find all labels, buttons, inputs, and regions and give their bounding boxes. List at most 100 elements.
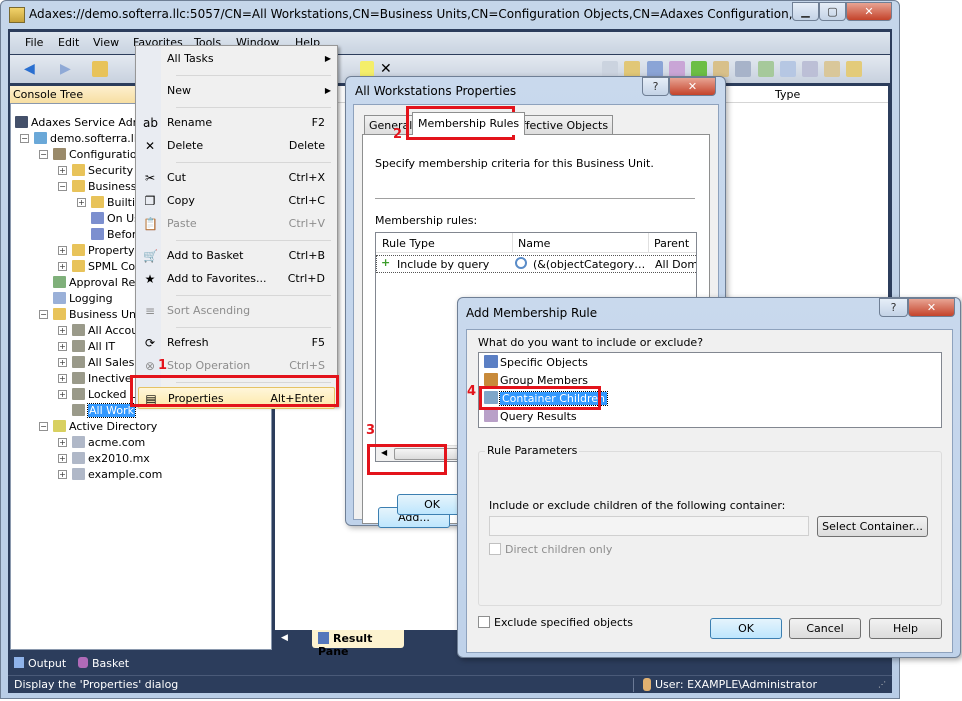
tree-expander[interactable]: − xyxy=(39,150,48,159)
tree-expander[interactable]: − xyxy=(39,310,48,319)
context-menu-item-all-tasks[interactable]: All Tasks ▶ xyxy=(138,48,335,70)
tree-node[interactable]: Configuration xyxy=(53,147,144,162)
new-spml-icon[interactable] xyxy=(691,61,707,77)
tree-expander[interactable]: + xyxy=(58,374,67,383)
basket-tab[interactable]: Basket xyxy=(78,657,129,670)
add-dialog-body: What do you want to include or exclude? … xyxy=(466,329,953,653)
new-group-icon[interactable] xyxy=(802,61,818,77)
new-contact-icon[interactable] xyxy=(758,61,774,77)
tab-effective-objects[interactable]: Effective Objects xyxy=(510,115,614,135)
context-menu-item-copy[interactable]: ❐ Copy Ctrl+C xyxy=(138,190,335,212)
tree-node[interactable]: On Us xyxy=(91,211,140,226)
tree-expander[interactable]: − xyxy=(20,134,29,143)
tree-node[interactable]: SPML Con xyxy=(72,259,142,274)
column-rule-type[interactable]: Rule Type xyxy=(382,237,435,250)
context-menu-item-refresh[interactable]: ⟳ Refresh F5 xyxy=(138,332,335,354)
close-button[interactable]: ✕ xyxy=(846,2,892,21)
new-business-unit-icon[interactable] xyxy=(713,61,729,77)
output-tab[interactable]: Output xyxy=(14,657,66,670)
new-folder-icon[interactable] xyxy=(846,61,862,77)
tree-node[interactable]: Property xyxy=(72,243,135,258)
tree-node[interactable]: Business xyxy=(72,179,137,194)
tree-expander[interactable]: + xyxy=(58,438,67,447)
up-folder-icon[interactable] xyxy=(92,61,108,77)
tree-expander[interactable]: + xyxy=(58,166,67,175)
result-pane-tab[interactable]: Result Pane xyxy=(312,630,404,658)
exclude-checkbox[interactable]: Exclude specified objects xyxy=(478,616,633,629)
tree-node[interactable]: ex2010.mx xyxy=(72,451,150,466)
context-menu-item-delete[interactable]: ✕ Delete Delete xyxy=(138,135,335,157)
column-type[interactable]: Type xyxy=(775,88,800,101)
tab-membership-rules[interactable]: Membership Rules xyxy=(412,112,526,135)
tree-node[interactable]: Security xyxy=(72,163,133,178)
tree-expander[interactable]: + xyxy=(58,454,67,463)
new-user-icon[interactable] xyxy=(624,61,640,77)
column-parent[interactable]: Parent xyxy=(654,237,689,250)
tree-node-label: Active Directory xyxy=(69,420,158,433)
rule-type-option[interactable]: Query Results xyxy=(484,408,577,425)
tree-node[interactable]: All IT xyxy=(72,339,115,354)
column-name[interactable]: Name xyxy=(518,237,550,250)
tree-node[interactable]: demo.softerra.llc xyxy=(34,131,143,146)
tree-expander[interactable]: + xyxy=(58,358,67,367)
tree-node[interactable]: All Sales xyxy=(72,355,134,370)
exclude-box[interactable] xyxy=(478,616,490,628)
scroll-left-icon[interactable]: ◀ xyxy=(281,633,288,643)
rule-row[interactable]: + Include by query (&(objectCategory… Al… xyxy=(376,255,696,273)
direct-children-box[interactable] xyxy=(489,543,501,555)
minimize-button[interactable]: ▁ xyxy=(792,2,819,21)
menu-file[interactable]: File xyxy=(25,36,43,49)
tree-node[interactable]: Locked U xyxy=(72,387,138,402)
add-dialog-ok-button[interactable]: OK xyxy=(710,618,782,639)
context-menu-item-rename[interactable]: ab Rename F2 xyxy=(138,112,335,134)
forward-icon[interactable]: ▶ xyxy=(60,61,76,77)
menu-view[interactable]: View xyxy=(93,36,119,49)
tree-expander[interactable]: + xyxy=(58,390,67,399)
container-input[interactable] xyxy=(489,516,809,536)
delete-toolbar-icon[interactable]: ✕ xyxy=(380,61,396,77)
maximize-button[interactable]: ▢ xyxy=(819,2,846,21)
tree-expander[interactable]: + xyxy=(58,342,67,351)
tree-node[interactable]: Active Directory xyxy=(53,419,157,434)
tree-node[interactable]: Approval Req xyxy=(53,275,142,290)
tree-node[interactable]: example.com xyxy=(72,467,162,482)
tree-expander[interactable]: + xyxy=(58,470,67,479)
tree-expander[interactable]: + xyxy=(58,246,67,255)
context-menu-item-add-to-basket[interactable]: 🛒 Add to Basket Ctrl+B xyxy=(138,245,335,267)
tree-node[interactable]: All Work xyxy=(72,403,136,418)
context-menu-item-cut[interactable]: ✂ Cut Ctrl+X xyxy=(138,167,335,189)
menu-edit[interactable]: Edit xyxy=(58,36,79,49)
tree-node[interactable]: acme.com xyxy=(72,435,145,450)
add-dialog-cancel-button[interactable]: Cancel xyxy=(789,618,861,639)
back-icon[interactable]: ◀ xyxy=(24,61,40,77)
tree-expander[interactable]: + xyxy=(58,326,67,335)
tree-node[interactable]: Befor xyxy=(91,227,136,242)
resize-grip-icon[interactable]: ⋰ xyxy=(878,680,886,689)
properties-help-button[interactable]: ? xyxy=(642,77,669,96)
add-dialog-close-button[interactable]: ✕ xyxy=(908,298,955,317)
context-menu-item-paste[interactable]: 📋 Paste Ctrl+V xyxy=(138,213,335,235)
rule-type-option[interactable]: Specific Objects xyxy=(484,354,588,371)
context-menu-item-sort-ascending[interactable]: ≡ Sort Ascending xyxy=(138,300,335,322)
tree-node[interactable]: Logging xyxy=(53,291,113,306)
direct-children-checkbox[interactable]: Direct children only xyxy=(489,543,612,556)
tree-expander[interactable]: + xyxy=(58,262,67,271)
context-menu-item-add-to-favorites[interactable]: ★ Add to Favorites... Ctrl+D xyxy=(138,268,335,290)
context-menu-item-new[interactable]: New ▶ xyxy=(138,80,335,102)
tree-expander[interactable]: + xyxy=(77,198,86,207)
rename-toolbar-icon[interactable] xyxy=(360,61,374,77)
tree-expander[interactable]: − xyxy=(39,422,48,431)
add-dialog-help-button[interactable]: ? xyxy=(879,298,908,317)
tree-expander[interactable]: − xyxy=(58,182,67,191)
new-property-icon[interactable] xyxy=(669,61,685,77)
context-menu-item-stop-operation[interactable]: ⊗ Stop Operation Ctrl+S xyxy=(138,355,335,377)
new-script-icon[interactable] xyxy=(647,61,663,77)
select-container-button[interactable]: Select Container... xyxy=(817,516,928,537)
new-shared-folder-icon[interactable] xyxy=(824,61,840,77)
new-ou-icon[interactable] xyxy=(780,61,796,77)
new-user-2-icon[interactable] xyxy=(735,61,751,77)
new-computer-icon[interactable] xyxy=(602,61,618,77)
properties-close-button[interactable]: ✕ xyxy=(669,77,716,96)
tree-node[interactable]: Adaxes Service Admin xyxy=(15,115,153,130)
add-dialog-help-button-bottom[interactable]: Help xyxy=(869,618,942,639)
